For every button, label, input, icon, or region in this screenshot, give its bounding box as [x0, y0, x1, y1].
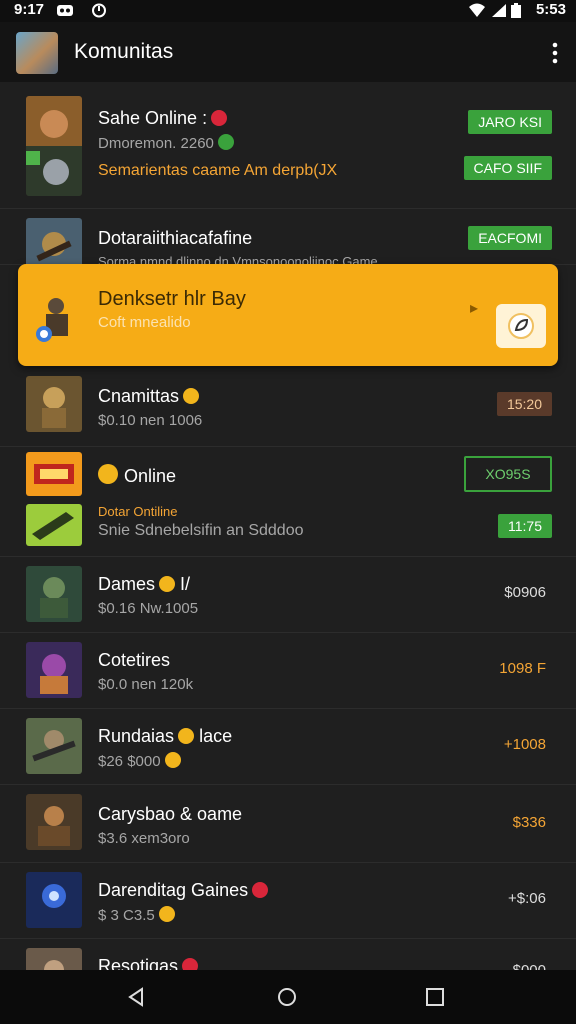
chevron-right-icon: ▸ [470, 300, 479, 317]
row-subtitle: $3.6 xem3oro [98, 830, 190, 847]
row-subtitle: $0.10 nen 1006 [98, 412, 203, 429]
row-title: Dotar Ontiline [98, 504, 178, 519]
list-item[interactable]: Darenditag Gaines $ 3 C3.5 +$:06 [0, 862, 576, 939]
more-vert-icon[interactable] [550, 42, 560, 64]
page-title: Komunitas [74, 40, 174, 63]
row-title: Cotetires [98, 650, 171, 670]
game-thumbnail [26, 96, 82, 196]
banner-action-button[interactable] [496, 304, 546, 348]
banner-thumbnail [30, 288, 88, 346]
wifi-icon [469, 3, 485, 17]
back-icon[interactable] [126, 986, 148, 1008]
row-badge[interactable]: 15:20 [496, 392, 552, 416]
row-badge[interactable]: JARO KSI [468, 110, 552, 134]
navigation-bar [0, 970, 576, 1024]
smile-emoji-icon [98, 464, 118, 484]
row-subtitle: $0.16 Nw.1005 [98, 600, 199, 617]
row-title: Carysbao & oame [98, 804, 243, 824]
status-bar: 9:17 5:53 [0, 0, 576, 22]
row-title: Online [98, 464, 176, 487]
row-subtitle: $0.0 nen 120k [98, 676, 194, 693]
row-title: Rundaias lace [98, 726, 233, 746]
list-item[interactable]: Dotar Ontiline Snie Sdnebelsifin an Sddd… [0, 492, 576, 557]
game-thumbnail [26, 872, 82, 928]
row-price: +$:06 [508, 890, 546, 907]
row-price: $0906 [504, 584, 546, 601]
row-badge[interactable]: 11:75 [498, 514, 552, 538]
row-subtitle: $ 3 C3.5 [98, 906, 175, 924]
game-thumbnail [26, 376, 82, 432]
list-item[interactable]: Sahe Online : Dmoremon. 2260 Semarientas… [0, 82, 576, 209]
row-subtitle: Dmoremon. 2260 [98, 134, 234, 152]
game-thumbnail [26, 718, 82, 774]
status-time: 9:17 [14, 1, 45, 18]
battery-icon [511, 3, 521, 18]
green-emoji-icon [217, 134, 234, 150]
row-price: $336 [512, 814, 546, 831]
row-badge[interactable]: EACFOMI [468, 226, 552, 250]
game-thumbnail [26, 642, 82, 698]
list-item[interactable]: Resotiqas $000 [0, 938, 576, 970]
heart-emoji-icon [252, 882, 269, 898]
list-item[interactable]: Carysbao & oame $3.6 xem3oro $336 [0, 784, 576, 863]
featured-banner[interactable]: Denksetr hlr Bay Coft mnealido ▸ [18, 264, 558, 366]
list-item[interactable]: Cotetires $0.0 nen 120k 1098 F [0, 632, 576, 709]
row-title: Sahe Online : [98, 108, 228, 129]
list-item[interactable]: Online XO95S [0, 446, 576, 496]
list-item[interactable]: Cnamittas $0.10 nen 1006 15:20 [0, 366, 576, 447]
game-thumbnail [26, 566, 82, 622]
row-title: Dotaraiithiacafafine [98, 228, 253, 248]
smile-emoji-icon [178, 728, 195, 744]
community-list[interactable]: Sahe Online : Dmoremon. 2260 Semarientas… [0, 82, 576, 970]
gamepad-notification-icon [57, 5, 73, 16]
leaf-icon [508, 313, 534, 339]
heart-emoji-icon [182, 958, 199, 970]
smile-emoji-icon [183, 388, 200, 404]
row-badge[interactable]: XO95S [464, 456, 552, 492]
row-subtitle: Snie Sdnebelsifin an Sdddoo [98, 522, 304, 539]
smile-emoji-icon [158, 906, 175, 922]
smile-emoji-icon [159, 576, 176, 592]
game-thumbnail [26, 794, 82, 850]
smile-emoji-icon [164, 752, 181, 768]
app-bar: Komunitas [0, 22, 576, 82]
row-title: Darenditag Gaines [98, 880, 269, 901]
list-item[interactable]: Rundaias lace $26 $000 +1008 [0, 708, 576, 785]
row-price: +1008 [503, 736, 546, 753]
row-tagline: Semarientas caame Am derpb(JX [98, 162, 338, 179]
list-item[interactable]: Dames I/ $0.16 Nw.1005 $0906 [0, 556, 576, 633]
banner-title: Denksetr hlr Bay [98, 288, 246, 310]
banner-subtitle: Coft mnealido [98, 314, 191, 331]
row-title: Resotiqas [98, 956, 199, 970]
recents-icon[interactable] [424, 986, 446, 1008]
row-title: Cnamittas [98, 386, 200, 407]
heart-emoji-icon [211, 110, 228, 126]
list-item[interactable]: Dotaraiithiacafafine Sorma nmnd dlinno d… [0, 208, 576, 274]
game-thumbnail [26, 504, 82, 546]
signal-icon [492, 4, 506, 17]
game-thumbnail [26, 948, 82, 970]
game-thumbnail [26, 452, 82, 496]
row-price: $000 [513, 962, 546, 970]
sync-icon [92, 3, 106, 18]
home-icon[interactable] [276, 986, 298, 1008]
row-badge-secondary[interactable]: CAFO SIIF [463, 156, 552, 180]
row-price: 1098 F [499, 660, 546, 677]
row-subtitle: $26 $000 [98, 752, 181, 770]
status-right-time: 5:53 [535, 1, 566, 18]
row-title: Dames I/ [98, 574, 191, 594]
community-avatar[interactable] [16, 32, 58, 74]
